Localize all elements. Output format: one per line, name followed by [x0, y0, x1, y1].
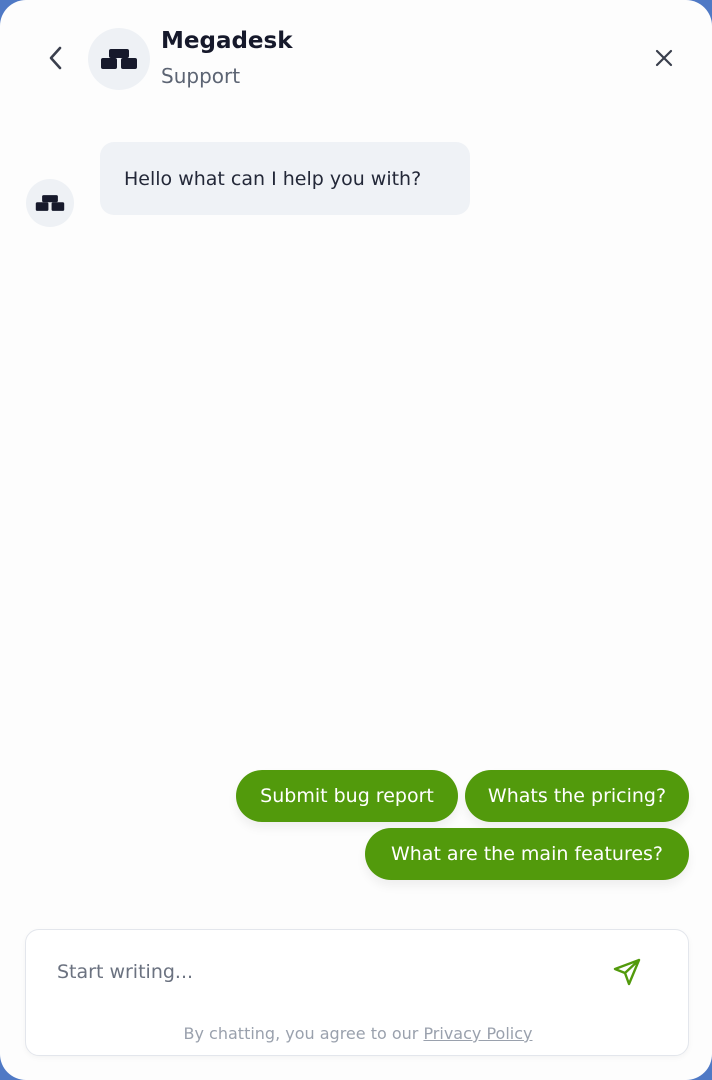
- quick-reply-main-features[interactable]: What are the main features?: [365, 828, 689, 880]
- close-button[interactable]: [644, 38, 684, 78]
- disclaimer-text: By chatting, you agree to our: [183, 1024, 424, 1043]
- brand-name: Megadesk: [161, 28, 293, 54]
- back-button[interactable]: [36, 38, 76, 78]
- quick-reply-submit-bug-report[interactable]: Submit bug report: [236, 770, 458, 822]
- message-input[interactable]: [57, 952, 597, 992]
- bot-avatar: [26, 179, 74, 227]
- close-icon: [655, 49, 673, 67]
- quick-reply-pricing[interactable]: Whats the pricing?: [465, 770, 689, 822]
- chevron-left-icon: [49, 46, 62, 70]
- megadesk-logo-icon: [35, 195, 65, 211]
- megadesk-logo-icon: [101, 49, 137, 69]
- message-composer: By chatting, you agree to our Privacy Po…: [25, 929, 689, 1056]
- privacy-policy-link[interactable]: Privacy Policy: [423, 1024, 532, 1043]
- send-button[interactable]: [609, 954, 645, 990]
- brand-avatar: [88, 28, 150, 90]
- send-icon: [613, 958, 641, 986]
- privacy-disclaimer: By chatting, you agree to our Privacy Po…: [26, 1024, 690, 1043]
- brand-subtitle: Support: [161, 64, 241, 88]
- chat-widget: Megadesk Support Hello what can I help y…: [0, 0, 712, 1080]
- bot-message-bubble: Hello what can I help you with?: [100, 142, 470, 215]
